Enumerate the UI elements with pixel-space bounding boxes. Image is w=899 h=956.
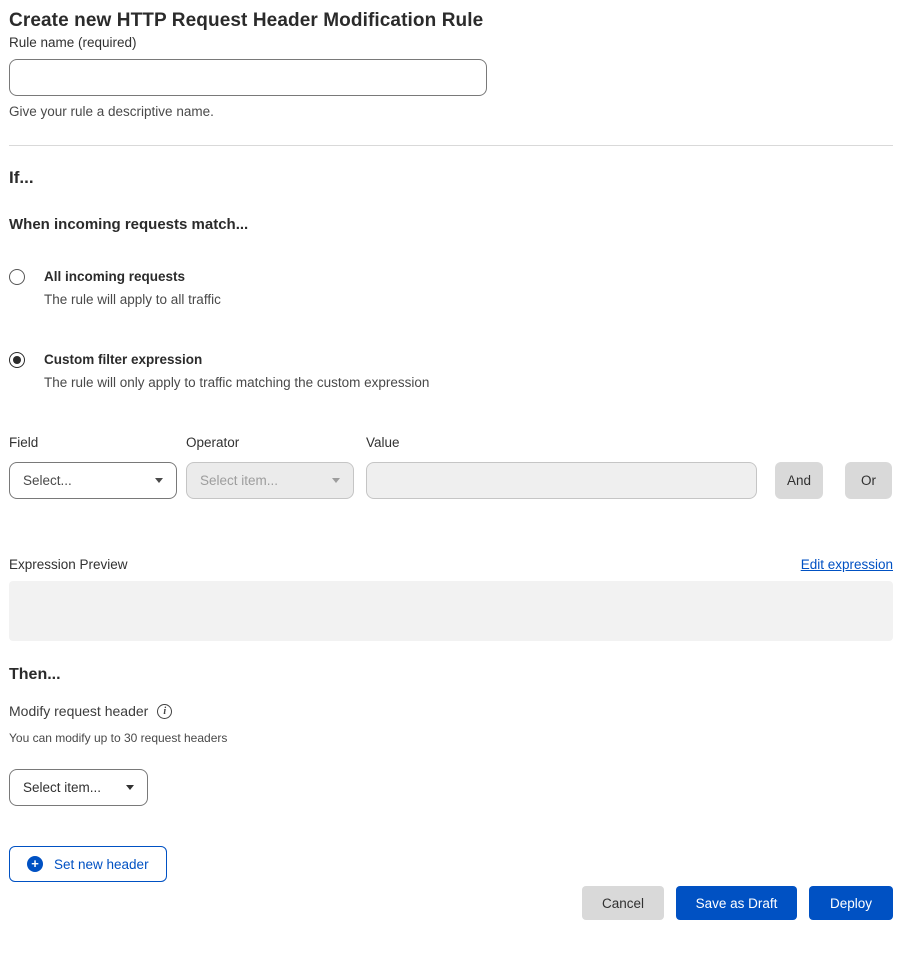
rule-name-group: Rule name (required) Give your rule a de…: [9, 34, 893, 121]
rule-name-helper: Give your rule a descriptive name.: [9, 103, 893, 121]
plus-icon: +: [27, 856, 43, 872]
expression-preview-box: [9, 581, 893, 641]
expression-preview-label: Expression Preview: [9, 557, 128, 572]
radio-custom-expression-label[interactable]: Custom filter expression: [44, 352, 202, 367]
section-divider: [9, 145, 893, 146]
expression-builder-row: Field Select... Operator Select item... …: [9, 434, 893, 499]
match-subheading: When incoming requests match...: [9, 215, 893, 235]
rule-name-label: Rule name (required): [9, 35, 137, 50]
set-new-header-button[interactable]: + Set new header: [9, 846, 167, 882]
value-input[interactable]: [366, 462, 757, 499]
deploy-button[interactable]: Deploy: [809, 886, 893, 920]
value-label: Value: [366, 434, 757, 451]
radio-all-requests-description: The rule will apply to all traffic: [44, 291, 221, 309]
radio-all-requests-label[interactable]: All incoming requests: [44, 269, 185, 284]
or-button[interactable]: Or: [845, 462, 892, 499]
save-as-draft-button[interactable]: Save as Draft: [676, 886, 797, 920]
info-icon[interactable]: i: [157, 704, 172, 719]
radio-checked-icon[interactable]: [9, 352, 25, 368]
page-title: Create new HTTP Request Header Modificat…: [9, 8, 893, 34]
radio-option-all-requests[interactable]: All incoming requests The rule will appl…: [9, 268, 893, 309]
footer-actions: Cancel Save as Draft Deploy: [9, 886, 893, 920]
cancel-button[interactable]: Cancel: [582, 886, 664, 920]
modify-request-header-label: Modify request header: [9, 702, 148, 721]
operator-label: Operator: [186, 434, 354, 451]
create-rule-form: Create new HTTP Request Header Modificat…: [0, 0, 899, 920]
chevron-down-icon: [126, 785, 134, 790]
modify-helper-text: You can modify up to 30 request headers: [9, 731, 893, 746]
edit-expression-link[interactable]: Edit expression: [801, 557, 893, 572]
field-label: Field: [9, 434, 177, 451]
header-item-select[interactable]: Select item...: [9, 769, 148, 806]
and-button[interactable]: And: [775, 462, 823, 499]
if-heading: If...: [9, 166, 893, 189]
expression-preview-header: Expression Preview Edit expression: [9, 557, 893, 572]
radio-unchecked-icon[interactable]: [9, 269, 25, 285]
chevron-down-icon: [332, 478, 340, 483]
rule-name-input[interactable]: [9, 59, 487, 96]
then-heading: Then...: [9, 664, 893, 685]
operator-select[interactable]: Select item...: [186, 462, 354, 499]
chevron-down-icon: [155, 478, 163, 483]
radio-option-custom-expression[interactable]: Custom filter expression The rule will o…: [9, 351, 893, 392]
field-select[interactable]: Select...: [9, 462, 177, 499]
radio-custom-expression-description: The rule will only apply to traffic matc…: [44, 374, 429, 392]
